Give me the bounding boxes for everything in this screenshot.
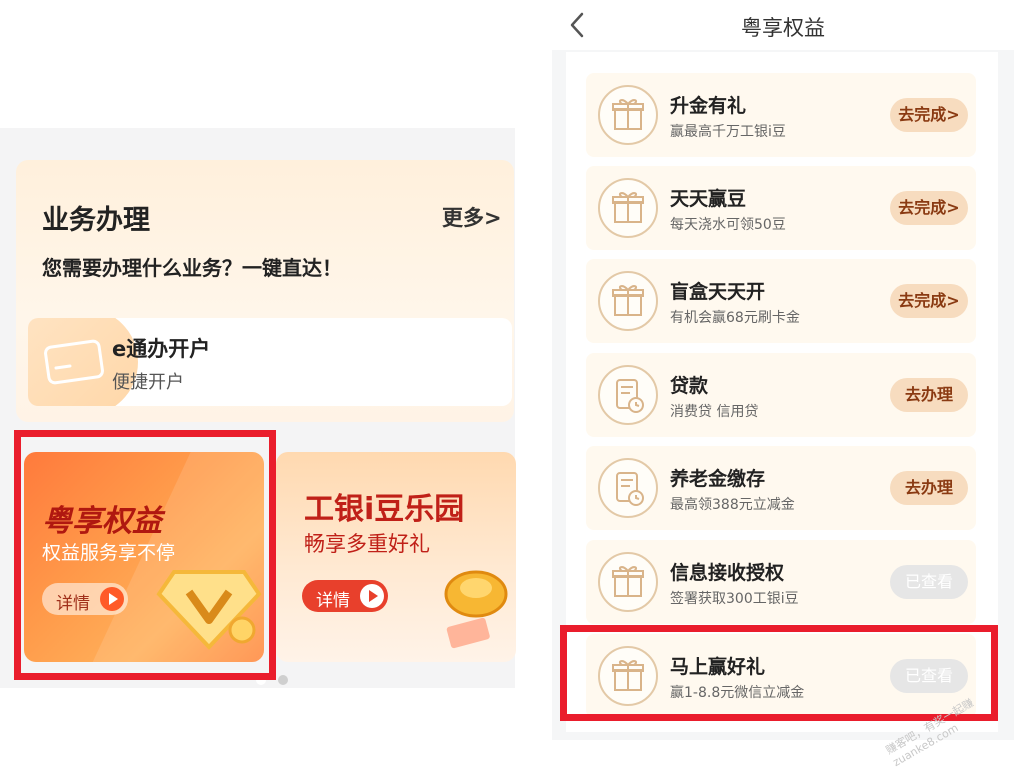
apply-button[interactable]: 去办理 [890, 378, 968, 412]
detail-label: 详情 [316, 591, 350, 611]
e-card-title: e通办开户 [112, 337, 211, 361]
e-card-subtitle: 便捷开户 [112, 372, 184, 393]
gift-icon [598, 85, 658, 145]
highlight-box-right [560, 625, 998, 721]
gift-icon [598, 271, 658, 331]
promo2-title: 工银i豆乐园 [304, 492, 465, 527]
list-item[interactable]: 升金有礼 赢最高千万工银i豆 去完成> [586, 73, 976, 157]
list-item[interactable]: 盲盒天天开 有机会赢68元刷卡金 去完成> [586, 259, 976, 343]
apply-button[interactable]: 去办理 [890, 471, 968, 505]
item-title: 升金有礼 [670, 95, 747, 117]
item-subtitle: 最高领388元立减金 [670, 497, 795, 513]
play-icon [360, 584, 384, 608]
page-title: 粤享权益 [741, 16, 825, 40]
gift-icon [598, 178, 658, 238]
item-subtitle: 每天浇水可领50豆 [670, 217, 786, 233]
business-title: 业务办理 [42, 205, 150, 236]
document-clock-icon [598, 365, 658, 425]
item-subtitle: 签署获取300工银i豆 [670, 591, 799, 607]
item-title: 信息接收授权 [670, 562, 785, 584]
gold-ingot-icon [444, 570, 508, 649]
promo2-detail-button[interactable]: 详情 [302, 580, 388, 612]
e-account-card[interactable] [28, 318, 512, 406]
item-title: 盲盒天天开 [670, 281, 766, 303]
item-subtitle: 赢最高千万工银i豆 [670, 124, 786, 140]
complete-button[interactable]: 去完成> [890, 284, 968, 318]
document-clock-icon [598, 458, 658, 518]
item-title: 养老金缴存 [670, 468, 766, 490]
list-item[interactable]: 信息接收授权 签署获取300工银i豆 已查看 [586, 540, 976, 624]
viewed-button[interactable]: 已查看 [890, 565, 968, 599]
item-subtitle: 有机会赢68元刷卡金 [670, 310, 800, 326]
highlight-box-left [14, 430, 276, 680]
item-subtitle: 消费贷 信用贷 [670, 404, 759, 420]
item-title: 天天赢豆 [670, 188, 747, 210]
gift-icon [598, 552, 658, 612]
complete-button[interactable]: 去完成> [890, 191, 968, 225]
card-icon [44, 339, 104, 385]
item-title: 贷款 [670, 375, 709, 397]
complete-button[interactable]: 去完成> [890, 98, 968, 132]
more-link[interactable]: 更多> [442, 202, 502, 232]
list-item[interactable]: 天天赢豆 每天浇水可领50豆 去完成> [586, 166, 976, 250]
business-subtitle: 您需要办理什么业务？一键直达！ [42, 256, 342, 280]
list-item[interactable]: 贷款 消费贷 信用贷 去办理 [586, 353, 976, 437]
carousel-dot[interactable] [278, 675, 288, 685]
list-item[interactable]: 养老金缴存 最高领388元立减金 去办理 [586, 446, 976, 530]
promo2-subtitle: 畅享多重好礼 [304, 532, 430, 556]
